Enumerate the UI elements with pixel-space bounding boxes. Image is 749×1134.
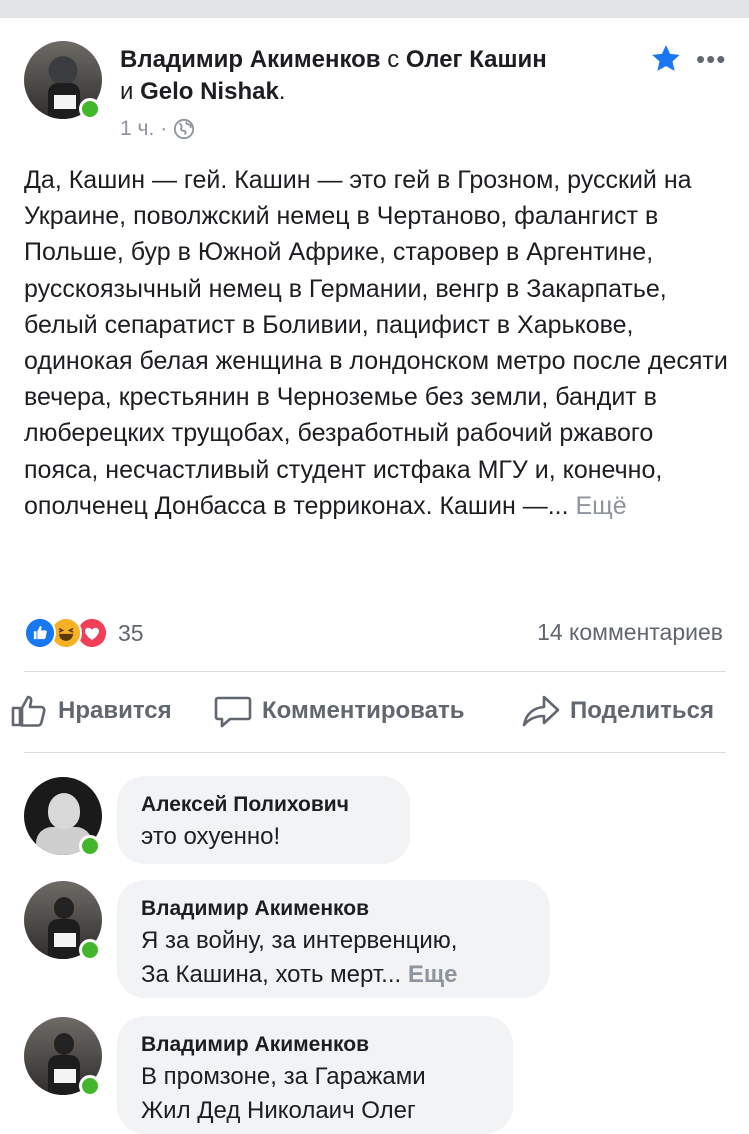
and-word: и [120,78,134,105]
post-text: Да, Кашин — гей. Кашин — это гей в Грозн… [24,162,730,524]
comment-author-link[interactable]: Владимир Акименков [141,894,526,924]
comment-icon [214,696,252,728]
star-icon[interactable] [649,42,683,76]
online-status-indicator [79,98,101,120]
online-status-indicator [79,835,101,857]
post-body-text: Да, Кашин — гей. Кашин — это гей в Грозн… [24,166,728,520]
share-label: Поделиться [570,697,715,724]
comments-count-link[interactable]: 14 комментариев [537,619,723,646]
tagged-user-link[interactable]: Олег Кашин [406,46,547,73]
online-status-indicator [79,939,101,961]
post-author-link[interactable]: Владимир Акименков [120,46,381,73]
title-period: . [278,78,286,105]
see-more-link[interactable]: Ещё [575,492,626,520]
comment-text-line: За Кашина, хоть мерт... Еще [141,958,526,992]
online-status-indicator [79,1075,101,1097]
globe-icon[interactable] [173,118,195,140]
divider [24,752,726,753]
comment-text-fragment: За Кашина, хоть мерт... [141,961,402,988]
divider [24,671,726,672]
more-options-icon[interactable]: ••• [696,46,726,72]
comment-text-line: Жил Дед Николаич Олег [141,1097,416,1124]
like-label: Нравится [58,697,172,724]
comment-button[interactable]: Комментировать [214,694,464,728]
comment-label: Комментировать [262,697,465,724]
share-button[interactable]: Поделиться [522,694,714,728]
reaction-count: 35 [118,619,144,646]
tagged-user-link[interactable]: Gelo Nishak [140,78,279,105]
with-word: с [387,46,400,73]
comment-bubble[interactable]: Владимир Акименков Я за войну, за интерв… [117,880,550,998]
see-more-link[interactable]: Еще [408,961,458,988]
post-meta: 1 ч. · [120,114,195,144]
share-arrow-icon [522,695,560,727]
comment-author-link[interactable]: Владимир Акименков [141,1030,489,1060]
reactions-summary[interactable]: 35 [24,617,144,649]
comment-bubble[interactable]: Алексей Полихович это охуенно! [117,776,410,864]
top-separator [0,0,749,18]
like-reaction-icon [24,617,56,649]
comment-bubble[interactable]: Владимир Акименков В промзоне, за Гаража… [117,1016,513,1134]
comment-text-line: В промзоне, за Гаражами [141,1063,426,1090]
comment-text: это охуенно! [141,823,281,850]
post-timestamp[interactable]: 1 ч. [120,114,154,144]
meta-separator: · [160,117,168,140]
thumbs-up-icon [11,695,46,727]
comment-author-link[interactable]: Алексей Полихович [141,790,386,820]
comment-text-line: Я за войну, за интервенцию, [141,927,458,954]
like-button[interactable]: Нравится [10,694,172,728]
post-header-title: Владимир Акименков с Олег Кашин и Gelo N… [120,44,640,108]
